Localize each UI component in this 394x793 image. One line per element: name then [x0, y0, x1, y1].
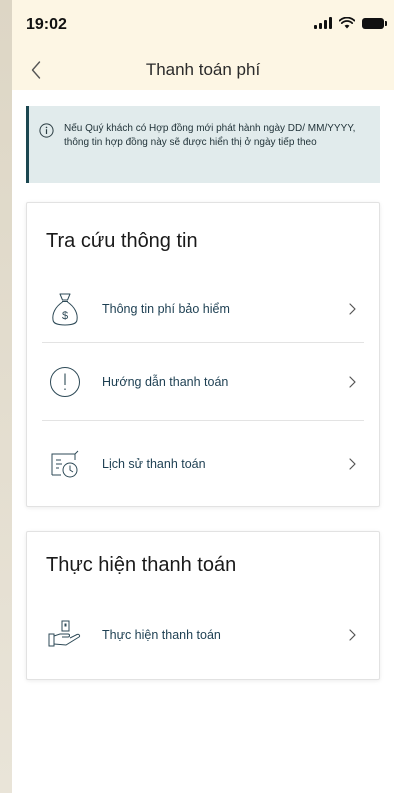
- status-icons: [314, 17, 387, 29]
- app-screen: 19:02 Thanh toán phí Nếu Quý khách có Hợ…: [12, 0, 394, 793]
- payment-card: Thực hiện thanh toán Thực hiện thanh toá…: [26, 531, 380, 680]
- main-content: Nếu Quý khách có Hợp đồng mới phát hành …: [12, 90, 394, 793]
- chevron-right-icon: [349, 303, 356, 315]
- menu-item-label: Thông tin phí bảo hiểm: [102, 302, 230, 316]
- menu-item-label: Thực hiện thanh toán: [102, 628, 221, 642]
- info-icon: [39, 123, 54, 138]
- info-notice: Nếu Quý khách có Hợp đồng mới phát hành …: [26, 106, 380, 183]
- svg-text:$: $: [62, 310, 68, 322]
- menu-item-label: Hướng dẫn thanh toán: [102, 375, 229, 389]
- menu-item-payment-history[interactable]: Lịch sử thanh toán: [42, 425, 364, 503]
- money-bag-icon: $: [48, 292, 82, 326]
- menu-item-premium-info[interactable]: $ Thông tin phí bảo hiểm: [42, 270, 364, 348]
- signal-icon: [314, 17, 332, 29]
- chevron-right-icon: [349, 629, 356, 641]
- lookup-section-title: Tra cứu thông tin: [46, 230, 198, 252]
- page-title: Thanh toán phí: [145, 60, 261, 79]
- payment-section-title: Thực hiện thanh toán: [46, 554, 237, 576]
- menu-item-label: Lịch sử thanh toán: [102, 457, 206, 471]
- hand-payment-icon: [48, 618, 82, 652]
- lookup-card: Tra cứu thông tin $ Thông tin phí bảo hi…: [26, 202, 380, 507]
- divider: [42, 420, 364, 421]
- status-time: 19:02: [26, 16, 67, 33]
- menu-item-payment-guide[interactable]: Hướng dẫn thanh toán: [42, 343, 364, 421]
- battery-icon: [362, 17, 387, 29]
- status-bar: 19:02: [12, 0, 394, 50]
- payment-history-icon: [48, 447, 82, 481]
- nav-bar: Thanh toán phí: [12, 50, 394, 90]
- menu-item-make-payment[interactable]: Thực hiện thanh toán: [42, 596, 364, 674]
- background-strip: [0, 0, 12, 793]
- notice-text: Nếu Quý khách có Hợp đồng mới phát hành …: [64, 123, 356, 148]
- chevron-right-icon: [349, 376, 356, 388]
- chevron-right-icon: [349, 458, 356, 470]
- exclamation-circle-icon: [48, 365, 82, 399]
- wifi-icon: [339, 17, 355, 29]
